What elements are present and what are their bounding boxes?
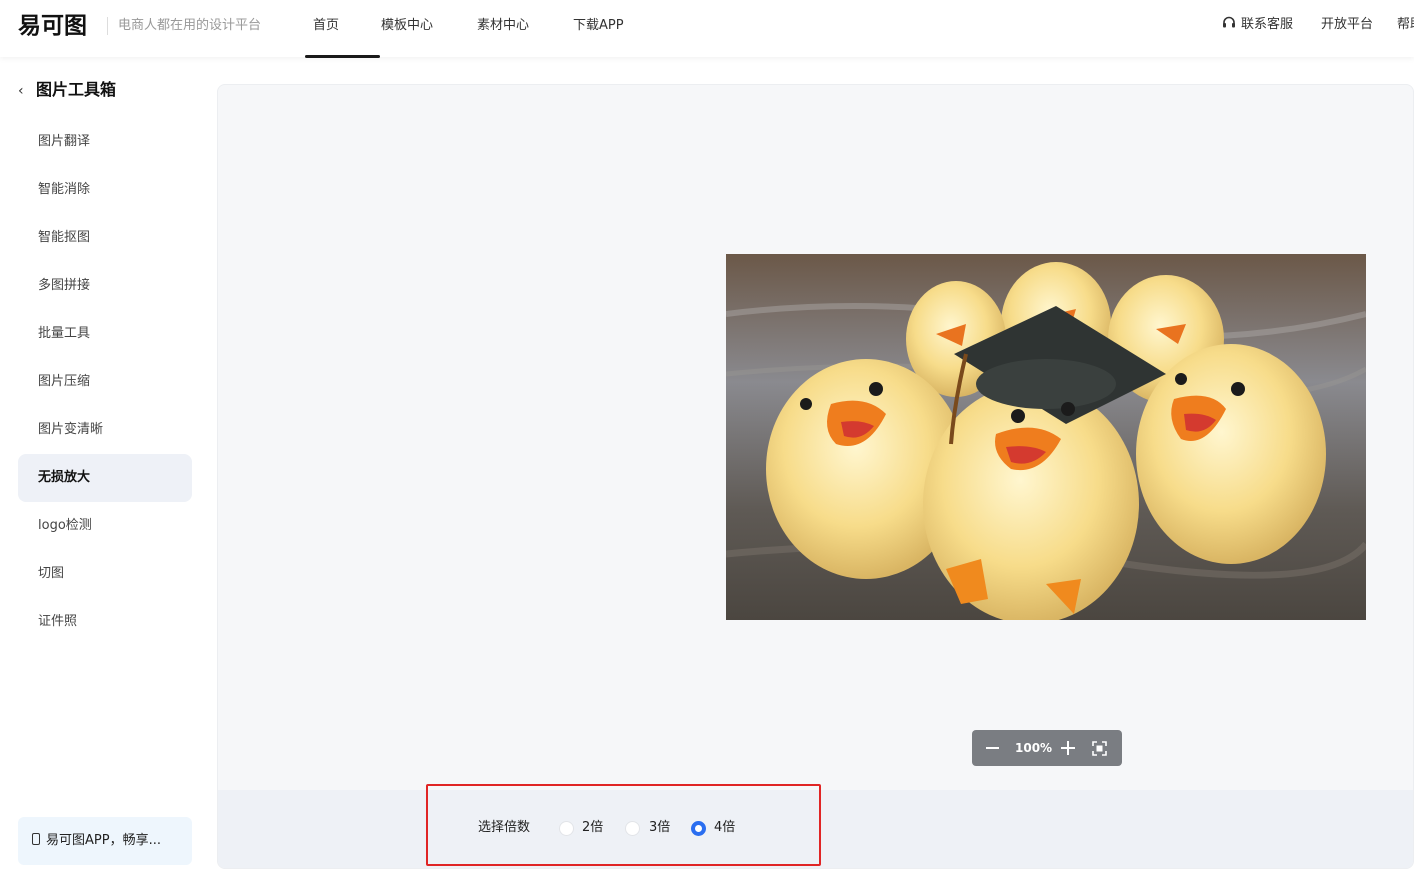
radio-2x[interactable]: [559, 821, 574, 836]
zoom-in-button[interactable]: [1061, 741, 1075, 755]
sidebar-back-title[interactable]: ‹ 图片工具箱: [18, 79, 116, 102]
contact-service-link[interactable]: 联系客服: [1222, 16, 1293, 34]
ducklings-photo: [726, 254, 1366, 620]
headset-icon: [1223, 16, 1235, 28]
site-logo[interactable]: 易可图: [18, 12, 87, 40]
sidebar-item-image-sharpen[interactable]: 图片变清晰: [18, 406, 192, 454]
editor-workspace: 100%: [217, 84, 1414, 869]
scale-label: 选择倍数: [478, 820, 531, 835]
preview-image[interactable]: [726, 254, 1366, 620]
top-header: 易可图 电商人都在用的设计平台 首页 模板中心 素材中心 下载APP 联系客服 …: [0, 0, 1414, 58]
radio-4x[interactable]: [691, 821, 706, 836]
sidebar-item-lossless-upscale[interactable]: 无损放大: [18, 454, 192, 502]
chevron-left-icon: ‹: [18, 83, 24, 99]
sidebar-item-image-translate[interactable]: 图片翻译: [18, 118, 192, 166]
logo-divider: [107, 17, 108, 35]
radio-3x-label[interactable]: 3倍: [649, 819, 670, 837]
zoom-out-button[interactable]: [986, 747, 999, 749]
sidebar-item-slice[interactable]: 切图: [18, 550, 192, 598]
sidebar-item-smart-erase[interactable]: 智能消除: [18, 166, 192, 214]
radio-4x-label[interactable]: 4倍: [714, 819, 735, 837]
tool-sidebar: ‹ 图片工具箱 图片翻译 智能消除 智能抠图 多图拼接 批量工具 图片压缩 图片变…: [0, 57, 210, 883]
zoom-controls: 100%: [972, 730, 1122, 766]
sidebar-item-multi-stitch[interactable]: 多图拼接: [18, 262, 192, 310]
phone-icon: [32, 833, 40, 845]
sidebar-item-id-photo[interactable]: 证件照: [18, 598, 192, 646]
zoom-level: 100%: [1015, 741, 1053, 755]
site-slogan: 电商人都在用的设计平台: [118, 18, 262, 33]
fit-screen-icon[interactable]: [1092, 741, 1107, 756]
nav-active-indicator: [305, 55, 380, 58]
sidebar-item-image-compress[interactable]: 图片压缩: [18, 358, 192, 406]
nav-materials[interactable]: 素材中心: [477, 17, 529, 35]
contact-service-label: 联系客服: [1241, 17, 1294, 32]
sidebar-item-logo-detect[interactable]: logo检测: [18, 502, 192, 550]
help-link[interactable]: 帮助: [1397, 16, 1414, 34]
nav-templates[interactable]: 模板中心: [381, 17, 433, 35]
app-promo-banner[interactable]: 易可图APP，畅享...: [18, 817, 192, 865]
nav-home[interactable]: 首页: [313, 17, 339, 35]
radio-2x-label[interactable]: 2倍: [582, 819, 603, 837]
sidebar-title: 图片工具箱: [36, 80, 117, 99]
sidebar-item-batch-tools[interactable]: 批量工具: [18, 310, 192, 358]
open-platform-link[interactable]: 开放平台: [1321, 16, 1373, 34]
app-promo-text: 易可图APP，畅享...: [46, 833, 161, 848]
sidebar-item-smart-cutout[interactable]: 智能抠图: [18, 214, 192, 262]
radio-3x[interactable]: [625, 821, 640, 836]
nav-download-app[interactable]: 下载APP: [573, 17, 624, 35]
